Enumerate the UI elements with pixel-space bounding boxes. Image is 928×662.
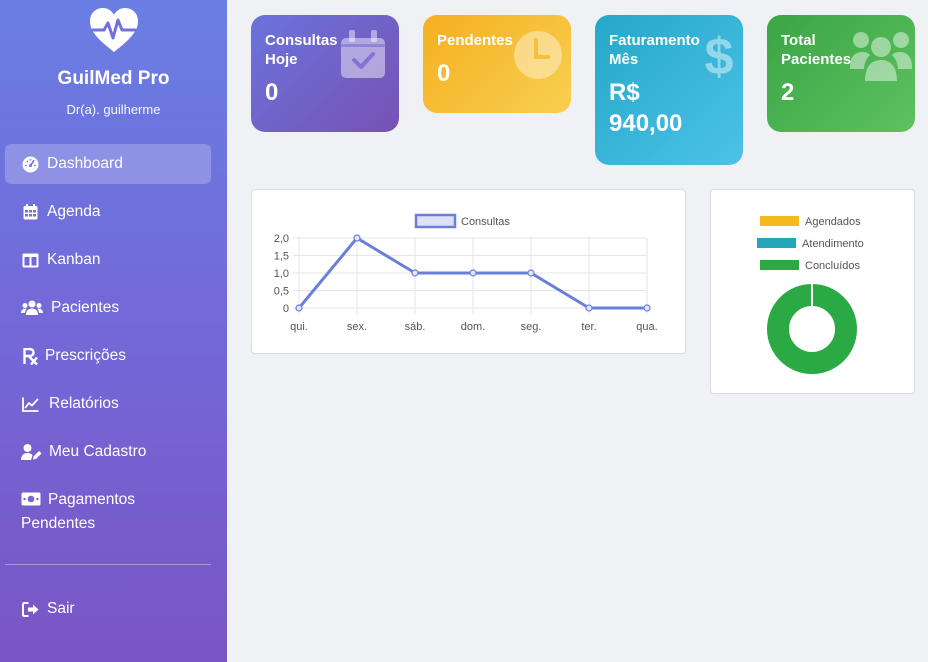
legend-swatch <box>760 216 799 226</box>
data-point <box>527 269 535 277</box>
sidebar-item-dashboard[interactable]: Dashboard <box>5 144 211 184</box>
stat-value: 0 <box>437 60 451 87</box>
data-point <box>469 269 477 277</box>
consultas-line-chart: 0 0,5 1,0 1,5 2,0 qui. sex. sáb. dom. seg. ter. qua… <box>274 213 658 333</box>
legend-label: Agendados <box>805 216 861 228</box>
legend-label-consultas: Consultas <box>461 216 510 228</box>
data-point <box>353 234 361 242</box>
sidebar-item-kanban[interactable]: Kanban <box>5 240 211 280</box>
prescription-rx-icon <box>21 347 39 365</box>
sign-out-icon <box>21 600 39 618</box>
x-tick-label: qua. <box>636 321 657 333</box>
status-chart-panel: Agendados Atendimento Concluídos <box>710 189 915 394</box>
sidebar-item-agenda[interactable]: Agenda <box>5 192 211 232</box>
y-tick-label: 0,5 <box>274 286 289 298</box>
sidebar-item-label: Relatórios <box>49 395 119 412</box>
data-point <box>295 304 303 312</box>
sidebar-item-label: Kanban <box>47 251 101 268</box>
user-edit-icon <box>21 443 42 461</box>
y-tick-label: 1,5 <box>274 251 289 263</box>
status-doughnut-chart: Agendados Atendimento Concluídos <box>757 216 864 374</box>
logout-label: Sair <box>47 600 75 617</box>
calendar-icon <box>21 203 39 221</box>
brand-name: GuilMed Pro <box>57 68 170 89</box>
stat-label: Pendentes <box>437 32 513 49</box>
y-tick-label: 2,0 <box>274 233 289 245</box>
legend-label: Concluídos <box>805 260 861 272</box>
x-tick-label: qui. <box>290 321 308 333</box>
legend-label: Atendimento <box>802 238 864 250</box>
legend-swatch-consultas <box>414 213 457 229</box>
logged-user-name: Dr(a). guilherme <box>66 102 161 117</box>
sidebar-nav: Dashboard Agenda Kanban Pacientes Prescr… <box>5 144 211 552</box>
stat-label: Consultas Hoje <box>265 32 338 68</box>
x-tick-label: sáb. <box>405 321 426 333</box>
sidebar-item-label: Meu Cadastro <box>49 443 147 460</box>
stat-card-consultas-hoje: Consultas Hoje 0 <box>251 15 399 132</box>
sidebar-item-prescricoes[interactable]: Prescrições <box>5 336 211 376</box>
stat-card-faturamento-mes: $ Faturamento Mês R$ 940,00 <box>595 15 743 165</box>
stat-label: Faturamento Mês <box>609 32 700 68</box>
money-bill-icon <box>21 490 41 508</box>
sidebar-item-label: Agenda <box>47 203 101 220</box>
sidebar-item-label: Dashboard <box>47 155 123 172</box>
x-tick-label: seg. <box>521 321 542 333</box>
kanban-columns-icon <box>21 251 39 269</box>
stat-value: R$ 940,00 <box>609 79 683 137</box>
x-tick-label: dom. <box>461 321 485 333</box>
brand: GuilMed Pro Dr(a). guilherme <box>0 8 227 117</box>
sidebar-item-meu-cadastro[interactable]: Meu Cadastro <box>5 432 211 472</box>
data-point <box>585 304 593 312</box>
stat-label: Total Pacientes <box>781 32 852 68</box>
stat-value: 2 <box>781 79 795 106</box>
sidebar: GuilMed Pro Dr(a). guilherme Dashboard A… <box>0 0 227 662</box>
sidebar-divider <box>5 564 211 565</box>
stat-value: 0 <box>265 79 279 106</box>
y-tick-label: 1,0 <box>274 268 289 280</box>
consultas-chart-panel: 0 0,5 1,0 1,5 2,0 qui. sex. sáb. dom. seg. ter. qua… <box>251 189 686 354</box>
line-chart-icon <box>21 395 39 413</box>
x-tick-label: ter. <box>581 321 596 333</box>
calendar-check-icon <box>341 30 385 78</box>
dashboard-gauge-icon <box>21 155 39 173</box>
stat-card-pendentes: Pendentes 0 <box>423 15 571 113</box>
legend-swatch <box>757 238 796 248</box>
users-icon <box>21 299 43 317</box>
heartbeat-logo-icon <box>89 8 138 52</box>
x-tick-label: sex. <box>347 321 367 333</box>
sidebar-item-pagamentos-pendentes[interactable]: Pagamentos Pendentes <box>5 480 211 544</box>
data-point <box>411 269 419 277</box>
sidebar-item-relatorios[interactable]: Relatórios <box>5 384 211 424</box>
stat-card-total-pacientes: Total Pacientes 2 <box>767 15 915 132</box>
logout-button[interactable]: Sair <box>5 589 211 629</box>
data-point <box>643 304 651 312</box>
sidebar-item-label: Pacientes <box>51 299 120 316</box>
y-tick-label: 0 <box>283 303 289 315</box>
legend-swatch <box>760 260 799 270</box>
sidebar-item-pacientes[interactable]: Pacientes <box>5 288 211 328</box>
sidebar-item-label: Prescrições <box>45 347 126 364</box>
